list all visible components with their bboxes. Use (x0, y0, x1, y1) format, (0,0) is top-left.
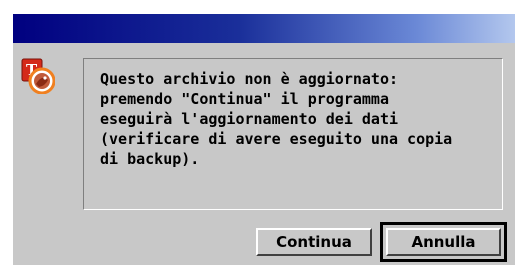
dialog-message: Questo archivio non è aggiornato: premen… (100, 70, 453, 168)
dialog-window: T Questo archivio non è aggiornato: prem… (12, 13, 515, 265)
continue-button[interactable]: Continua (256, 228, 372, 256)
message-panel: Questo archivio non è aggiornato: premen… (83, 58, 503, 210)
app-logo-icon: T (21, 58, 56, 95)
dialog-titlebar[interactable] (13, 14, 515, 43)
cancel-button[interactable]: Annulla (386, 228, 501, 256)
default-button-frame: Annulla (380, 222, 507, 262)
